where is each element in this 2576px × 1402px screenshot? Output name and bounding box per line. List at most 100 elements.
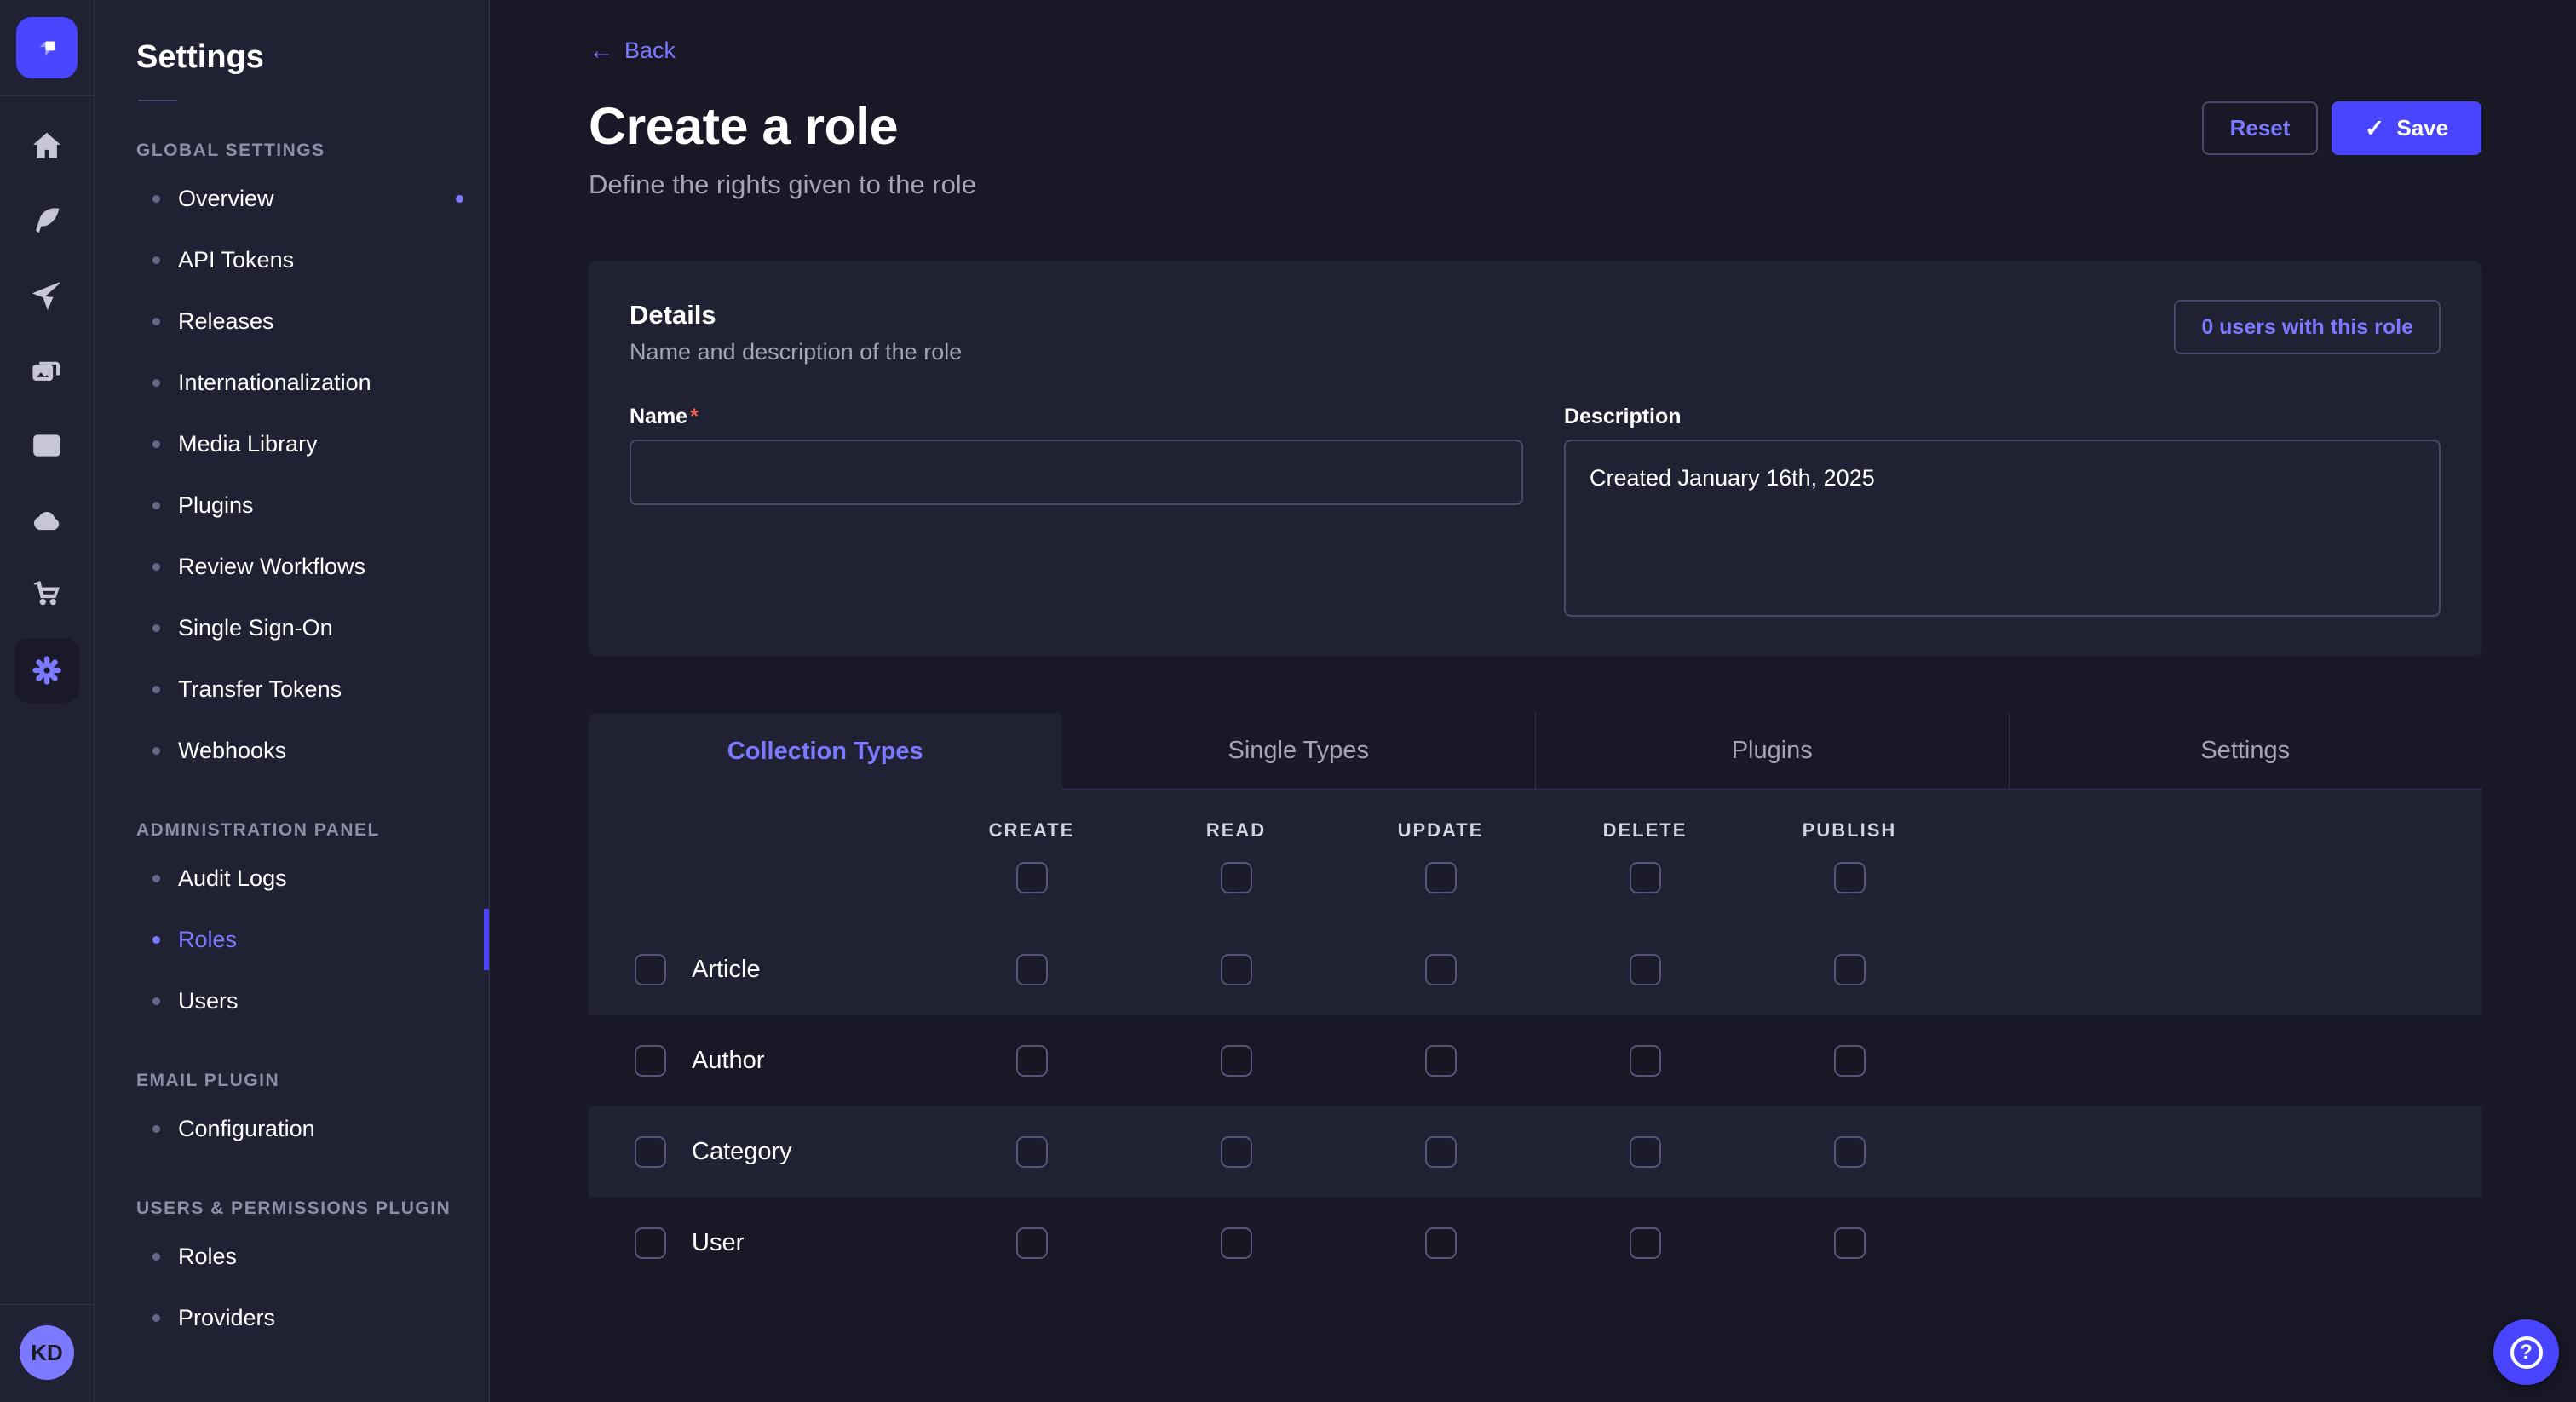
bullet-icon [152, 1314, 160, 1322]
subnav-divider [138, 100, 177, 101]
user-delete-checkbox[interactable] [1630, 1227, 1661, 1259]
logo-container [0, 0, 94, 96]
sidebar-item-configuration[interactable]: Configuration [95, 1098, 489, 1159]
description-label: Description [1564, 405, 2441, 429]
media-library-icon[interactable] [14, 333, 80, 408]
sidebar-item-review-workflows[interactable]: Review Workflows [95, 536, 489, 597]
section-label-global-settings: GLOBAL SETTINGS [136, 141, 489, 161]
sidebar-item-media-library[interactable]: Media Library [95, 413, 489, 474]
article-delete-checkbox[interactable] [1630, 954, 1661, 985]
article-read-checkbox[interactable] [1221, 954, 1252, 985]
article-publish-checkbox[interactable] [1834, 954, 1866, 985]
author-publish-checkbox[interactable] [1834, 1045, 1866, 1077]
sidebar-item-roles-admin[interactable]: Roles [95, 909, 489, 970]
bullet-icon [152, 502, 160, 509]
row-select-checkbox[interactable] [635, 1136, 666, 1168]
tab-plugins[interactable]: Plugins [1535, 713, 2009, 790]
tab-collection-types[interactable]: Collection Types [589, 713, 1062, 790]
settings-gear-icon[interactable] [14, 638, 79, 703]
permissions-table: CREATE READ UPDATE DELETE PUBLISH [589, 790, 2481, 1289]
strapi-logo[interactable] [16, 17, 78, 78]
article-create-checkbox[interactable] [1016, 954, 1048, 985]
question-mark-icon: ? [2510, 1336, 2543, 1369]
table-row-article: Article [589, 924, 2481, 1015]
user-create-checkbox[interactable] [1016, 1227, 1048, 1259]
check-icon: ✓ [2365, 114, 2384, 142]
sidebar-item-providers[interactable]: Providers [95, 1287, 489, 1348]
page-title: Create a role [589, 96, 976, 156]
main-content: ← Back Create a role Define the rights g… [490, 0, 2576, 1402]
sidebar-item-plugins[interactable]: Plugins [95, 474, 489, 536]
table-row-user: User [589, 1198, 2481, 1289]
home-icon[interactable] [14, 108, 80, 183]
save-button[interactable]: ✓ Save [2332, 101, 2481, 155]
reset-button[interactable]: Reset [2202, 101, 2318, 155]
description-textarea[interactable] [1564, 440, 2441, 617]
bullet-icon [152, 997, 160, 1005]
author-create-checkbox[interactable] [1016, 1045, 1048, 1077]
author-update-checkbox[interactable] [1425, 1045, 1457, 1077]
cloud-icon[interactable] [14, 483, 80, 558]
category-read-checkbox[interactable] [1221, 1136, 1252, 1168]
sidebar-item-overview[interactable]: Overview [95, 168, 489, 229]
bullet-icon [152, 875, 160, 882]
name-input[interactable] [630, 440, 1523, 505]
tab-single-types[interactable]: Single Types [1062, 713, 1536, 790]
row-select-checkbox[interactable] [635, 1227, 666, 1259]
table-row-category: Category [589, 1106, 2481, 1198]
main-nav-rail: KD [0, 0, 95, 1402]
sidebar-item-users[interactable]: Users [95, 970, 489, 1031]
category-update-checkbox[interactable] [1425, 1136, 1457, 1168]
tab-settings[interactable]: Settings [2009, 713, 2482, 790]
bullet-icon [152, 318, 160, 325]
content-type-builder-icon[interactable] [14, 408, 80, 483]
name-label: Name* [630, 405, 1523, 429]
user-publish-checkbox[interactable] [1834, 1227, 1866, 1259]
user-read-checkbox[interactable] [1221, 1227, 1252, 1259]
bullet-icon [152, 936, 160, 944]
details-card: Details Name and description of the role… [589, 261, 2481, 656]
bullet-icon [152, 686, 160, 693]
select-all-create-checkbox[interactable] [1016, 862, 1048, 893]
back-link[interactable]: ← Back [589, 37, 676, 64]
sidebar-item-releases[interactable]: Releases [95, 290, 489, 352]
sidebar-item-api-tokens[interactable]: API Tokens [95, 229, 489, 290]
content-manager-feather-icon[interactable] [14, 183, 80, 258]
user-update-checkbox[interactable] [1425, 1227, 1457, 1259]
bullet-icon [152, 379, 160, 387]
sidebar-item-single-sign-on[interactable]: Single Sign-On [95, 597, 489, 658]
bullet-icon [152, 563, 160, 571]
settings-subnav: Settings GLOBAL SETTINGS Overview API To… [95, 0, 490, 1402]
user-avatar[interactable]: KD [20, 1325, 74, 1380]
select-all-read-checkbox[interactable] [1221, 862, 1252, 893]
select-all-delete-checkbox[interactable] [1630, 862, 1661, 893]
details-subtitle: Name and description of the role [630, 339, 962, 365]
row-select-checkbox[interactable] [635, 1045, 666, 1077]
sidebar-item-audit-logs[interactable]: Audit Logs [95, 848, 489, 909]
sidebar-item-transfer-tokens[interactable]: Transfer Tokens [95, 658, 489, 720]
author-read-checkbox[interactable] [1221, 1045, 1252, 1077]
column-header-read: READ [1206, 819, 1266, 842]
select-all-update-checkbox[interactable] [1425, 862, 1457, 893]
notification-dot-icon [456, 195, 463, 203]
bullet-icon [152, 256, 160, 264]
users-with-role-button[interactable]: 0 users with this role [2174, 300, 2441, 354]
column-header-create: CREATE [989, 819, 1075, 842]
sidebar-item-webhooks[interactable]: Webhooks [95, 720, 489, 781]
marketplace-cart-icon[interactable] [14, 558, 80, 633]
sidebar-item-internationalization[interactable]: Internationalization [95, 352, 489, 413]
row-select-checkbox[interactable] [635, 954, 666, 985]
author-delete-checkbox[interactable] [1630, 1045, 1661, 1077]
article-update-checkbox[interactable] [1425, 954, 1457, 985]
category-publish-checkbox[interactable] [1834, 1136, 1866, 1168]
category-create-checkbox[interactable] [1016, 1136, 1048, 1168]
table-row-author: Author [589, 1015, 2481, 1106]
strapi-logo-icon [30, 31, 64, 65]
category-delete-checkbox[interactable] [1630, 1136, 1661, 1168]
select-all-publish-checkbox[interactable] [1834, 862, 1866, 893]
help-button[interactable]: ? [2493, 1319, 2559, 1385]
deploy-paper-plane-icon[interactable] [14, 258, 80, 333]
app-window: KD Settings GLOBAL SETTINGS Overview API… [0, 0, 2576, 1402]
sidebar-item-roles-up[interactable]: Roles [95, 1226, 489, 1287]
bullet-icon [152, 1125, 160, 1133]
